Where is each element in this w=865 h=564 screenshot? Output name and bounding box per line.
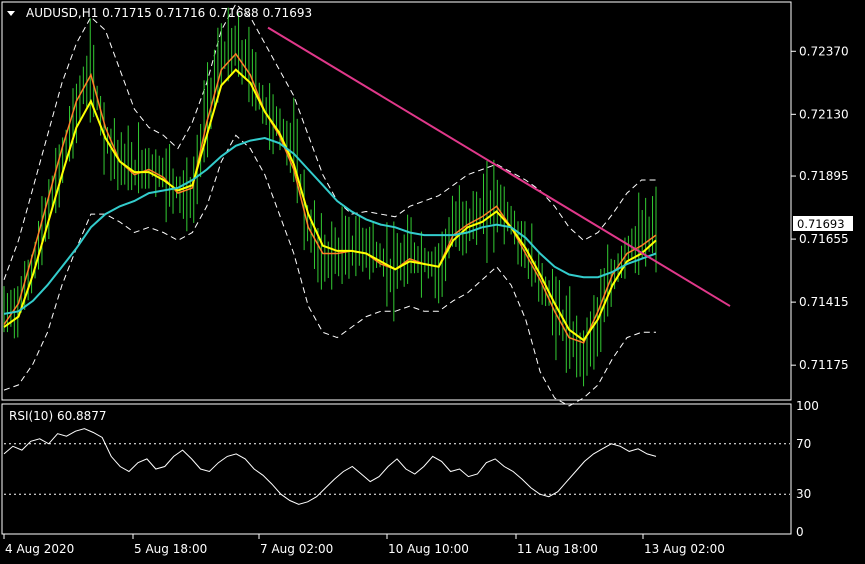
moving-averages (3, 52, 657, 344)
time-tick-label: 4 Aug 2020 (5, 542, 74, 556)
time-tick-label: 10 Aug 10:00 (388, 542, 469, 556)
ma-slow-line (3, 136, 657, 315)
time-tick-label: 11 Aug 18:00 (517, 542, 598, 556)
time-tick-label: 7 Aug 02:00 (260, 542, 333, 556)
trendline-group[interactable] (267, 26, 731, 307)
rsi-title: RSI(10) 60.8877 (9, 409, 107, 423)
rsi-group (3, 428, 790, 505)
ma-mid-line (3, 68, 657, 342)
price-panel-border (1, 1, 792, 401)
rsi-tick-label: 100 (796, 399, 819, 413)
chart-canvas[interactable]: 0.72370 0.72130 0.71895 0.71655 0.71415 0.711… (0, 0, 865, 560)
rsi-line (3, 428, 657, 505)
trendline (267, 26, 731, 307)
dropdown-arrow-icon[interactable] (7, 11, 15, 16)
rsi-tick-label: 30 (796, 487, 811, 501)
price-tick-label: 0.72370 (799, 44, 849, 58)
price-tick-label: 0.71415 (799, 295, 849, 309)
rsi-tick-label: 70 (796, 437, 811, 451)
price-tick-label: 0.71895 (799, 169, 849, 183)
time-axis: 4 Aug 2020 5 Aug 18:00 7 Aug 02:00 10 Aug 1… (3, 534, 725, 556)
price-axis: 0.72370 0.72130 0.71895 0.71655 0.71415 0.711… (791, 44, 849, 372)
price-tick-label: 0.71655 (799, 232, 849, 246)
time-tick-label: 5 Aug 18:00 (134, 542, 207, 556)
price-tick-label: 0.72130 (799, 107, 849, 121)
rsi-tick-label: 0 (796, 525, 804, 539)
envelope-lower-line (3, 134, 656, 407)
envelope-upper-line (3, 3, 656, 280)
chart-window[interactable]: 0.72370 0.72130 0.71895 0.71655 0.71415 0.711… (0, 0, 865, 560)
price-tick-label: 0.71175 (799, 358, 849, 372)
current-price-label: 0.71693 (797, 217, 845, 231)
ma-fast-line (3, 52, 657, 344)
symbol-header: AUDUSD,H1 0.71715 0.71716 0.71688 0.7169… (26, 6, 312, 20)
rsi-axis: 100 70 30 0 (796, 399, 819, 539)
time-tick-label: 13 Aug 02:00 (644, 542, 725, 556)
rsi-panel-border (1, 403, 792, 535)
